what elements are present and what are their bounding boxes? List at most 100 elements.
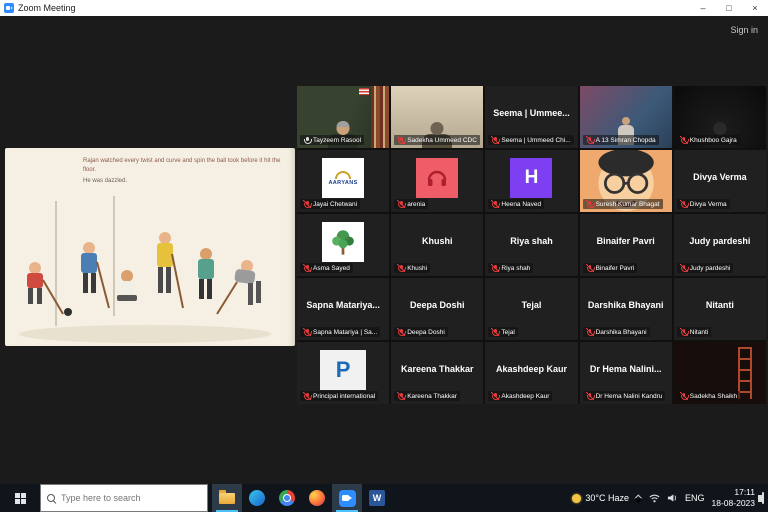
tray-date: 18-08-2023: [712, 498, 755, 509]
participant-tile-kareena-thakkar[interactable]: Kareena Thakkar Kareena Thakkar: [391, 342, 483, 404]
participant-name-label: Sadekha Shaikh: [677, 391, 740, 401]
participant-name-text: Tayzeem Rasool: [313, 137, 361, 144]
participant-tile-seema[interactable]: Seema | Ummee... Seema | Ummeed Chi...: [485, 86, 577, 148]
participant-name-label: Tayzeem Rasool: [300, 135, 364, 145]
ladder: [738, 347, 752, 399]
muted-mic-icon: [397, 264, 405, 272]
chevron-up-icon[interactable]: [634, 494, 642, 502]
participant-tile-heena-naved[interactable]: H Heena Naved: [485, 150, 577, 212]
muted-mic-icon: [491, 136, 499, 144]
participant-name-label: Asma Sayed: [300, 263, 353, 273]
search-input[interactable]: [61, 493, 191, 503]
participant-name-text: Sapna Matariya | Sa...: [313, 329, 377, 336]
participant-display-name: Dr Hema Nalini...: [580, 342, 672, 396]
participant-tile-nitanti[interactable]: Nitanti Nitanti: [674, 278, 766, 340]
muted-mic-icon: [586, 392, 594, 400]
participant-tile-darshika-bhayani[interactable]: Darshika Bhayani Darshika Bhayani: [580, 278, 672, 340]
participant-name-text: Kareena Thakkar: [407, 393, 457, 400]
weather-text: 30°C Haze: [585, 493, 629, 503]
participant-name-label: Khushboo Gajra: [677, 135, 740, 145]
taskbar-search[interactable]: [40, 484, 208, 512]
wifi-button[interactable]: [649, 493, 660, 503]
participant-name-label: Sadekha Ummeed CDC: [394, 135, 480, 145]
participant-tile-khushboo-gajra[interactable]: Khushboo Gajra: [674, 86, 766, 148]
minimize-button[interactable]: –: [690, 0, 716, 16]
participant-tile-judy-pardeshi[interactable]: Judy pardeshi Judy pardeshi: [674, 214, 766, 276]
participant-display-name: Darshika Bhayani: [580, 278, 672, 332]
participant-name-text: Dr Hema Nalini Kandru: [596, 393, 663, 400]
participant-name-label: Sapna Matariya | Sa...: [300, 327, 380, 337]
participant-tile-deepa-doshi[interactable]: Deepa Doshi Deepa Doshi: [391, 278, 483, 340]
weather-widget[interactable]: 30°C Haze: [572, 493, 629, 503]
clock[interactable]: 17:11 18-08-2023: [712, 487, 755, 508]
participant-tile-simran-chopda[interactable]: A 13 Simran Chopda: [580, 86, 672, 148]
participant-tile-sadekha-ummeed[interactable]: Sadekha Ummeed CDC: [391, 86, 483, 148]
action-center-button[interactable]: [762, 493, 764, 503]
chrome-icon: [279, 490, 295, 506]
close-button[interactable]: ×: [742, 0, 768, 16]
storybook-illustration: [5, 196, 295, 346]
participant-display-name: Divya Verma: [674, 150, 766, 204]
participant-tile-arenia[interactable]: arenia: [391, 150, 483, 212]
participant-tile-binaifer-pavri[interactable]: Binaifer Pavri Binaifer Pavri: [580, 214, 672, 276]
windows-taskbar: 30°C Haze ENG 17:11 18-08-2023: [0, 484, 768, 512]
participant-name-text: Khushi: [407, 265, 427, 272]
headphones-icon: [425, 166, 449, 190]
participant-name-label: Divya Verma: [677, 199, 730, 209]
search-icon: [47, 494, 56, 503]
language-indicator[interactable]: ENG: [685, 493, 705, 503]
participant-tile-divya-verma[interactable]: Divya Verma Divya Verma: [674, 150, 766, 212]
sign-in-link[interactable]: Sign in: [730, 25, 758, 35]
system-tray: 30°C Haze ENG 17:11 18-08-2023: [572, 484, 768, 512]
maximize-button[interactable]: □: [716, 0, 742, 16]
zoom-meeting-window: Zoom Meeting – □ × Sign in Rajan watched…: [0, 0, 768, 512]
file-explorer-button[interactable]: [212, 484, 242, 512]
edge-button[interactable]: [242, 484, 272, 512]
participant-name-text: Suresh Kumar Bhagat: [596, 201, 660, 208]
participant-name-text: Nitanti: [690, 329, 708, 336]
start-button[interactable]: [0, 484, 40, 512]
participant-name-text: Sadekha Shaikh: [690, 393, 737, 400]
muted-mic-icon: [397, 328, 405, 336]
participant-name-text: Sadekha Ummeed CDC: [407, 137, 477, 144]
muted-mic-icon: [397, 200, 405, 208]
participant-tile-asma-sayed[interactable]: Asma Sayed: [297, 214, 389, 276]
participant-name-text: Divya Verma: [690, 201, 727, 208]
participant-tile-khushi[interactable]: Khushi Khushi: [391, 214, 483, 276]
participant-tile-akashdeep-kaur[interactable]: Akashdeep Kaur Akashdeep Kaur: [485, 342, 577, 404]
volume-button[interactable]: [667, 493, 678, 503]
storybook-line-1: Rajan watched every twist and curve and …: [83, 157, 281, 176]
participant-name-text: Jayai Chetwani: [313, 201, 357, 208]
participant-tile-tayzeem-rasool[interactable]: Tayzeem Rasool: [297, 86, 389, 148]
mic-icon: [303, 136, 311, 144]
participant-name-label: Nitanti: [677, 327, 711, 337]
participant-tile-tejal[interactable]: Tejal Tejal: [485, 278, 577, 340]
taskbar-app-icons: [212, 484, 392, 512]
muted-mic-icon: [397, 136, 405, 144]
participant-name-label: Suresh Kumar Bhagat: [583, 199, 663, 209]
participant-tile-riya-shah[interactable]: Riya shah Riya shah: [485, 214, 577, 276]
word-button[interactable]: [362, 484, 392, 512]
participant-tile-sadekha-shaikh[interactable]: Sadekha Shaikh: [674, 342, 766, 404]
participant-tile-jayai-chetwani[interactable]: AARYANS Jayai Chetwani: [297, 150, 389, 212]
participant-tile-principal-international[interactable]: P Principal international: [297, 342, 389, 404]
muted-mic-icon: [586, 328, 594, 336]
chrome-button[interactable]: [272, 484, 302, 512]
aaryans-logo: AARYANS: [322, 158, 364, 198]
participant-tile-suresh-bhagat[interactable]: Suresh Kumar Bhagat: [580, 150, 672, 212]
participant-tile-sapna-matariya[interactable]: Sapna Matariya... Sapna Matariya | Sa...: [297, 278, 389, 340]
laurel-icon: [335, 171, 351, 179]
muted-mic-icon: [680, 328, 688, 336]
firefox-button[interactable]: [302, 484, 332, 512]
participant-gallery: Tayzeem Rasool Sadekha Ummeed CDC Seema …: [297, 86, 766, 404]
participant-name-label: Riya shah: [488, 263, 533, 273]
zoom-app-icon: [4, 3, 14, 13]
window-controls: – □ ×: [690, 0, 768, 16]
participant-name-label: Jayai Chetwani: [300, 199, 360, 209]
participant-name-text: Akashdeep Kaur: [501, 393, 549, 400]
participant-tile-dr-hema-nalini[interactable]: Dr Hema Nalini... Dr Hema Nalini Kandru: [580, 342, 672, 404]
participant-display-name: Sapna Matariya...: [297, 278, 389, 332]
headphones-avatar: [416, 158, 458, 198]
zoom-taskbar-button[interactable]: [332, 484, 362, 512]
participant-name-text: Deepa Doshi: [407, 329, 445, 336]
